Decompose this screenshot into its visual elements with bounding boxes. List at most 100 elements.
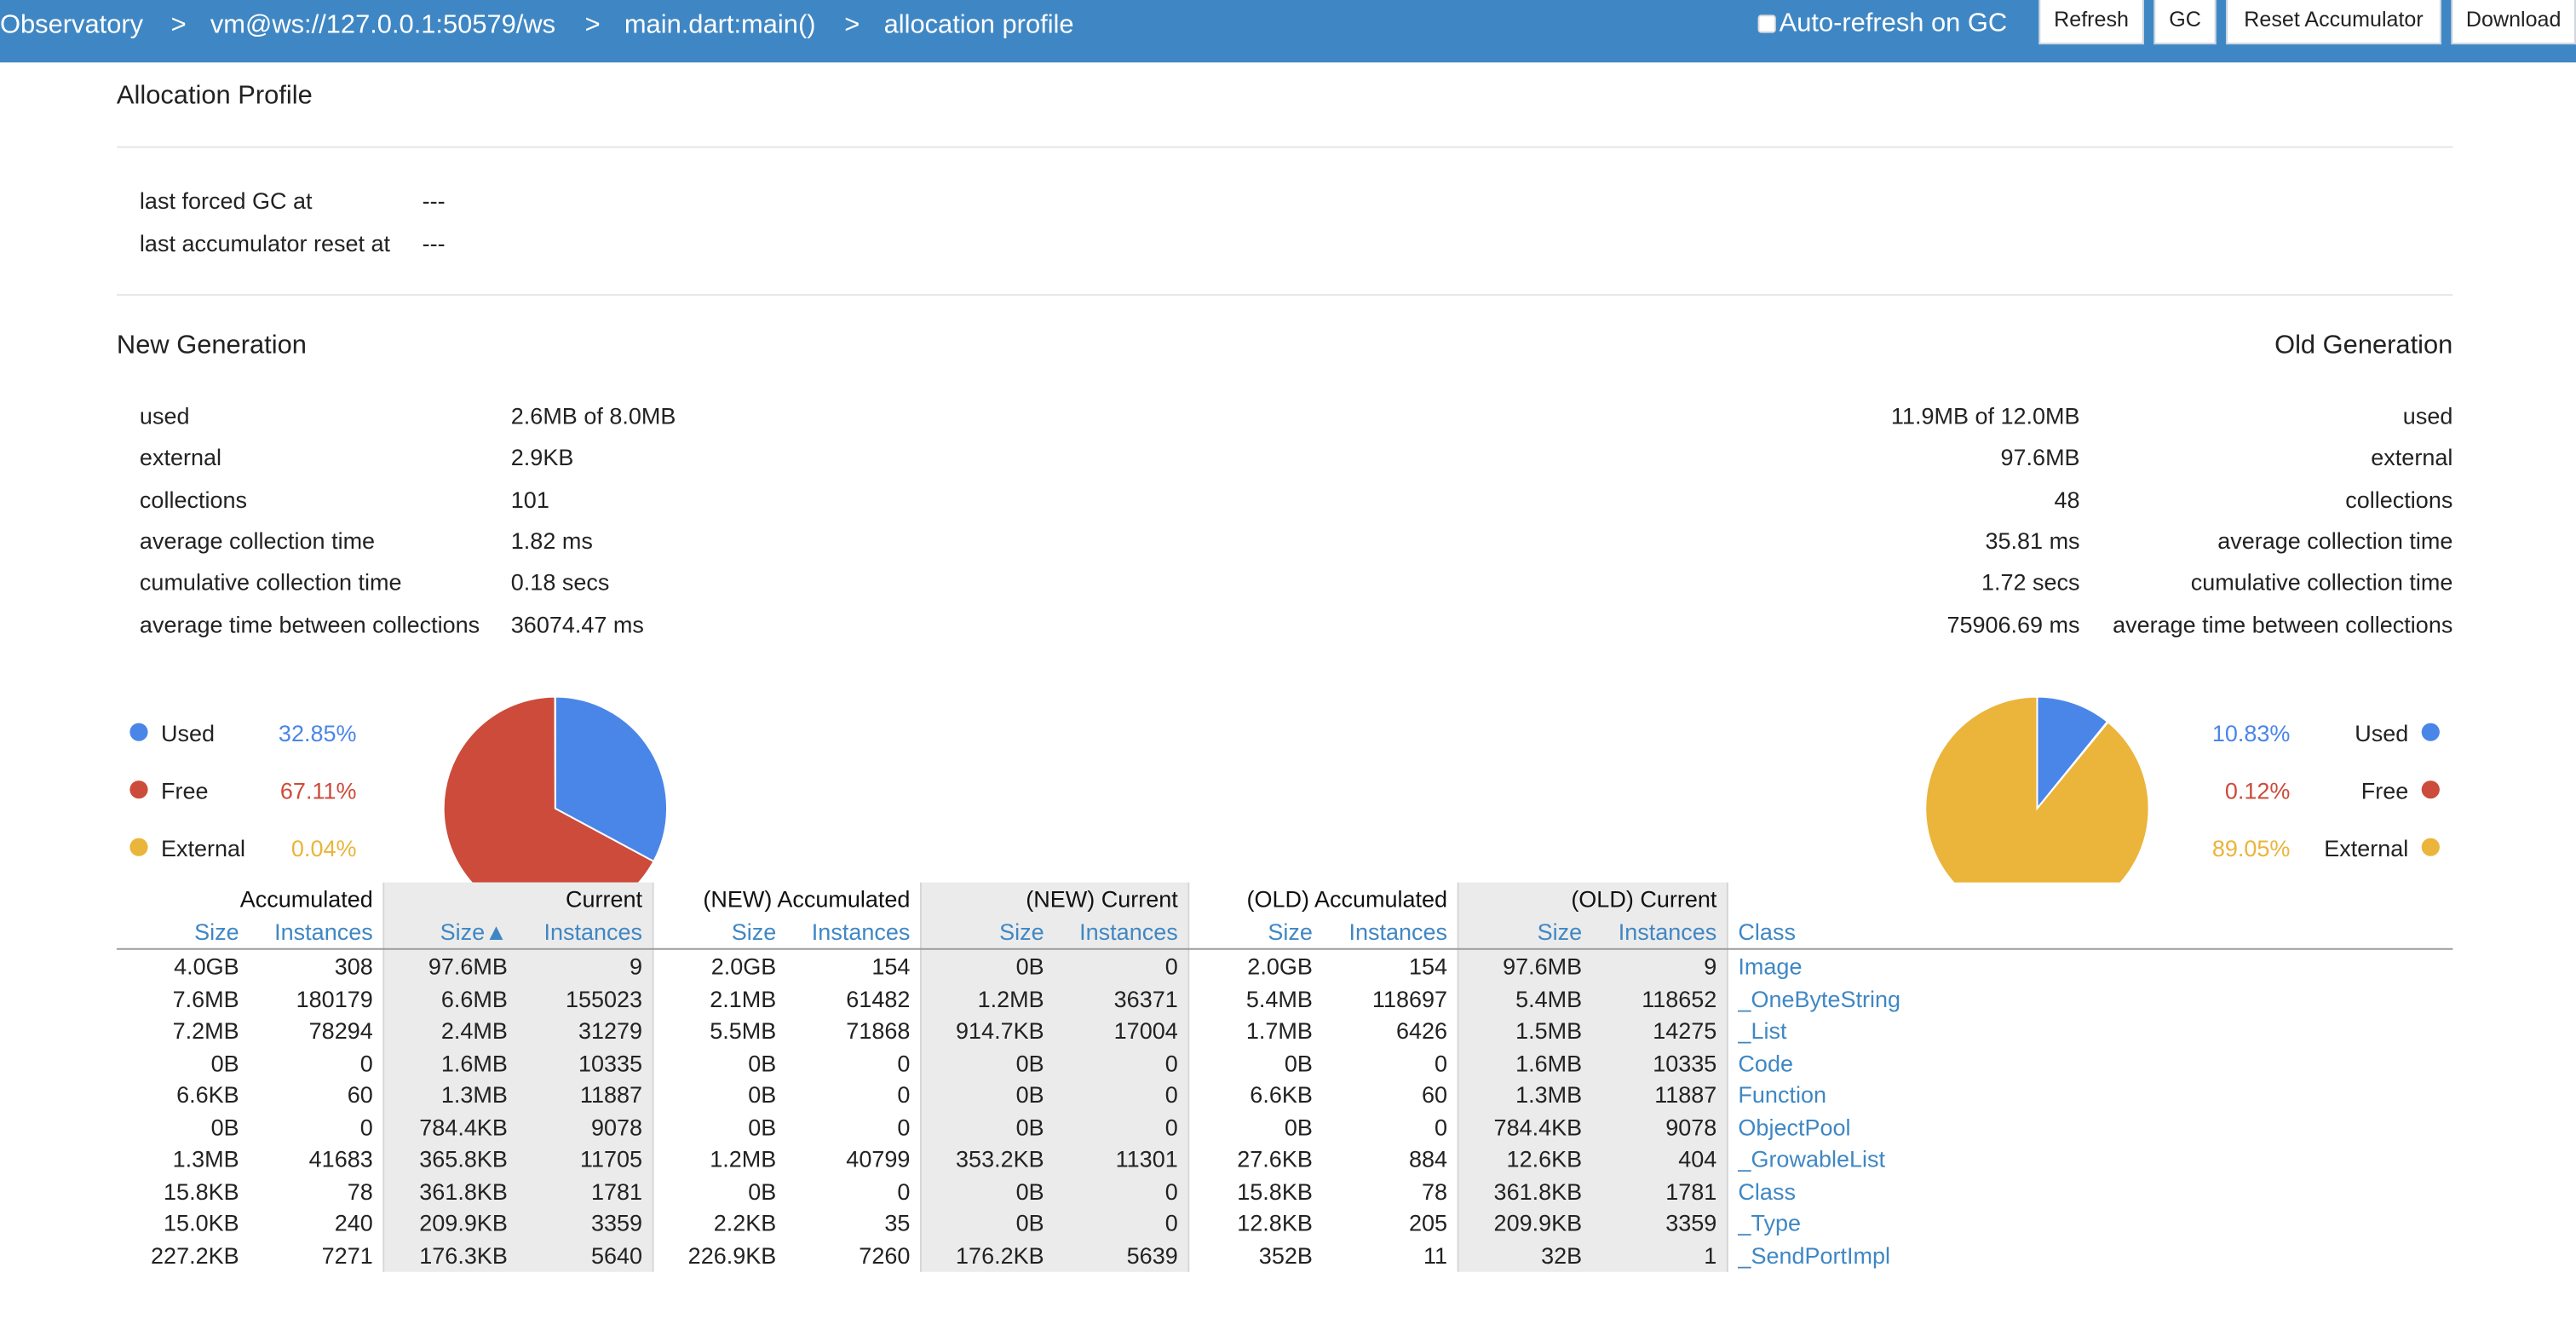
instances-header[interactable]: Instances	[1582, 919, 1717, 945]
divider	[116, 146, 2453, 148]
stat-value: 35.81 ms	[1985, 527, 2080, 554]
used-legend-dot	[129, 723, 148, 741]
size-cell: 2.0GB	[1247, 953, 1313, 980]
stat-label: average time between collections	[2113, 611, 2453, 638]
size-header[interactable]: Size	[922, 919, 1044, 945]
gc-button[interactable]: GC	[2153, 0, 2217, 45]
class-link[interactable]: _OneByteString	[1738, 985, 1900, 1011]
page-title: Allocation Profile	[116, 82, 313, 111]
size-cell: 784.4KB	[419, 1113, 508, 1140]
instances-cell: 308	[334, 953, 373, 980]
instances-header[interactable]: Instances	[1313, 919, 1447, 945]
instances-cell: 155023	[565, 985, 643, 1012]
refresh-button[interactable]: Refresh	[2038, 0, 2144, 45]
instances-cell: 0	[1164, 1113, 1178, 1140]
stat-label: cumulative collection time	[139, 568, 402, 596]
instances-cell: 11301	[1115, 1145, 1178, 1172]
instances-header[interactable]: Instances	[1044, 919, 1178, 945]
size-cell: 27.6KB	[1237, 1145, 1313, 1172]
instances-cell: 40799	[846, 1145, 911, 1172]
size-cell: 0B	[748, 1080, 777, 1108]
size-cell: 0B	[1015, 1080, 1044, 1108]
size-cell: 12.8KB	[1237, 1209, 1313, 1236]
size-cell: 15.0KB	[164, 1209, 239, 1236]
instances-cell: 404	[1678, 1145, 1717, 1172]
auto-refresh-checkbox[interactable]	[1757, 14, 1776, 34]
size-cell: 209.9KB	[1493, 1209, 1583, 1236]
instances-cell: 11887	[579, 1080, 643, 1108]
stat-value: 48	[2054, 486, 2080, 513]
legend-pct-free: 0.12%	[2224, 777, 2291, 804]
legend-label-used: Used	[2355, 719, 2409, 746]
size-cell: 97.6MB	[428, 953, 508, 980]
free-legend-dot	[129, 780, 148, 799]
size-header[interactable]: Size	[1459, 919, 1583, 945]
size-cell: 1.3MB	[172, 1145, 239, 1172]
instances-cell: 0	[1164, 1080, 1178, 1108]
size-header[interactable]: Size	[117, 919, 239, 945]
class-link[interactable]: Class	[1738, 1178, 1796, 1204]
size-cell: 1.3MB	[1515, 1080, 1583, 1108]
class-link[interactable]: _GrowableList	[1738, 1145, 1885, 1172]
instances-cell: 60	[347, 1080, 373, 1108]
class-link[interactable]: _List	[1738, 1017, 1786, 1044]
instances-cell: 240	[334, 1209, 373, 1236]
breadcrumb-vm[interactable]: vm@ws://127.0.0.1:50579/ws	[210, 11, 555, 41]
class-link[interactable]: _Type	[1738, 1209, 1801, 1235]
sort-size-header[interactable]: Size▲	[384, 919, 508, 945]
instances-cell: 31279	[578, 1017, 643, 1044]
stat-value: 101	[510, 486, 549, 513]
size-cell: 226.9KB	[687, 1241, 777, 1268]
size-cell: 15.8KB	[164, 1177, 239, 1204]
size-cell: 227.2KB	[151, 1241, 239, 1268]
breadcrumb-observatory[interactable]: Observatory	[0, 11, 143, 41]
instances-cell: 0	[897, 1113, 911, 1140]
instances-cell: 5640	[590, 1241, 643, 1268]
size-cell: 4.0GB	[174, 953, 239, 980]
stat-label: external	[2371, 443, 2453, 470]
reset-accumulator-button[interactable]: Reset Accumulator	[2226, 0, 2441, 45]
last-reset-label: last accumulator reset at	[139, 229, 391, 256]
auto-refresh-toggle[interactable]: Auto-refresh on GC	[1757, 9, 2008, 40]
size-cell: 0B	[748, 1113, 777, 1140]
instances-cell: 884	[1408, 1145, 1448, 1172]
new-gen-pie-chart	[424, 677, 687, 883]
instances-cell: 0	[1164, 1049, 1178, 1076]
size-cell: 914.7KB	[956, 1017, 1044, 1044]
last-reset-value: ---	[422, 229, 446, 256]
download-button[interactable]: Download	[2451, 0, 2576, 45]
instances-cell: 0	[897, 1177, 911, 1204]
instances-header[interactable]: Instances	[508, 919, 642, 945]
instances-cell: 0	[897, 1049, 911, 1076]
class-header[interactable]: Class	[1738, 919, 1796, 945]
size-cell: 5.4MB	[1245, 985, 1313, 1012]
class-link[interactable]: Code	[1738, 1049, 1793, 1075]
instances-header[interactable]: Instances	[239, 919, 373, 945]
instances-cell: 0	[359, 1113, 373, 1140]
instances-cell: 1	[1704, 1241, 1717, 1268]
free-legend-dot	[2421, 780, 2440, 799]
stat-value: 36074.47 ms	[510, 611, 644, 638]
pie-slice	[1924, 695, 2150, 883]
class-link[interactable]: _SendPortImpl	[1738, 1241, 1890, 1268]
size-cell: 209.9KB	[419, 1209, 508, 1236]
stat-label: average collection time	[139, 527, 376, 554]
size-cell: 15.8KB	[1237, 1177, 1313, 1204]
external-legend-dot	[129, 838, 148, 856]
instances-header[interactable]: Instances	[776, 919, 911, 945]
column-group-header: (OLD) Accumulated	[1246, 885, 1448, 913]
class-link[interactable]: ObjectPool	[1738, 1114, 1850, 1140]
size-cell: 1.2MB	[977, 985, 1044, 1012]
class-link[interactable]: Function	[1738, 1081, 1826, 1108]
breadcrumb-isolate[interactable]: main.dart:main()	[624, 11, 816, 41]
instances-cell: 9078	[590, 1113, 643, 1140]
class-link[interactable]: Image	[1738, 953, 1802, 980]
instances-cell: 14275	[1653, 1017, 1717, 1044]
stat-value: 97.6MB	[2000, 443, 2080, 470]
auto-refresh-label: Auto-refresh on GC	[1779, 9, 2008, 38]
new-generation-title: New Generation	[116, 331, 307, 360]
stat-label: collections	[139, 486, 248, 513]
legend-label-used: Used	[160, 719, 216, 746]
size-header[interactable]: Size	[654, 919, 777, 945]
size-header[interactable]: Size	[1189, 919, 1313, 945]
